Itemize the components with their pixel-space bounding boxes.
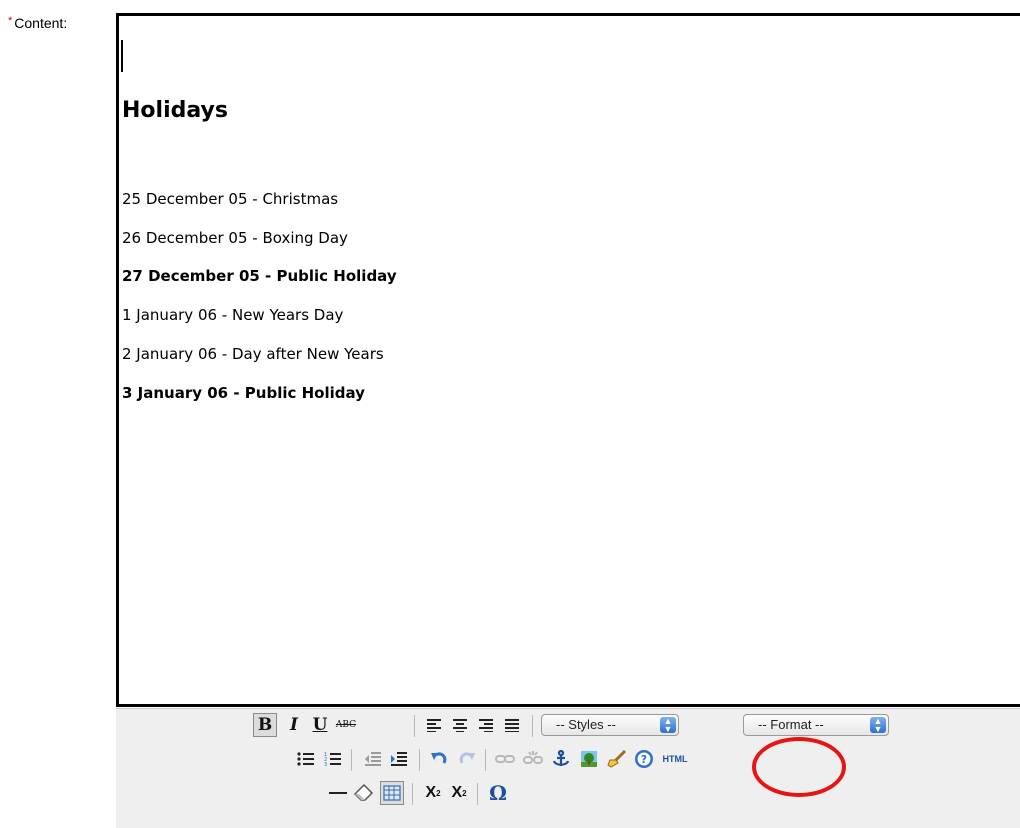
align-justify-icon <box>505 719 519 732</box>
html-source-icon: HTML <box>662 754 688 764</box>
table-button[interactable] <box>380 781 404 805</box>
editor-toolbar: B I U ABC -- Styles -- ▲ ▼ -- Format -- ▲… <box>116 708 1020 828</box>
link-icon <box>495 755 515 763</box>
toolbar-separator <box>351 749 352 771</box>
superscript-button[interactable]: X2 <box>447 781 471 805</box>
content-field-label: * Content: <box>8 15 67 31</box>
image-button[interactable] <box>577 747 601 771</box>
align-center-button[interactable] <box>448 713 472 737</box>
select-arrow-icon: ▲ ▼ <box>660 717 676 734</box>
toolbar-separator <box>532 715 533 737</box>
toolbar-separator <box>419 749 420 771</box>
toolbar-separator <box>412 783 413 805</box>
align-justify-button[interactable] <box>500 713 524 737</box>
html-source-button[interactable]: HTML <box>658 747 692 771</box>
align-left-button[interactable] <box>422 713 446 737</box>
toolbar-separator <box>485 749 486 771</box>
toolbar-separator <box>414 715 415 737</box>
anchor-icon <box>552 750 570 766</box>
superscript-icon: X <box>451 784 463 801</box>
toolbar-row-3: X2 X2 Ω <box>116 777 1020 811</box>
align-left-icon <box>427 719 441 732</box>
numbered-list-icon: 123 <box>324 752 341 767</box>
cleanup-icon <box>607 750 627 768</box>
outdent-icon <box>365 752 381 766</box>
styles-select[interactable]: -- Styles -- ▲ ▼ <box>541 714 679 736</box>
link-button[interactable] <box>493 747 517 771</box>
redo-button[interactable] <box>455 747 479 771</box>
help-button[interactable]: ? <box>632 747 656 771</box>
strikethrough-button[interactable]: ABC <box>334 713 358 737</box>
undo-icon <box>431 752 447 764</box>
text-caret <box>121 40 123 72</box>
cleanup-button[interactable] <box>605 747 629 771</box>
align-center-icon <box>453 719 467 732</box>
underline-icon: U <box>312 715 328 735</box>
holiday-line[interactable]: 1 January 06 - New Years Day <box>122 306 343 324</box>
format-select[interactable]: -- Format -- ▲ ▼ <box>743 714 889 736</box>
bold-button[interactable]: B <box>253 713 277 737</box>
numbered-list-button[interactable]: 123 <box>321 747 345 771</box>
toolbar-row-1: B I U ABC -- Styles -- ▲ ▼ -- Format -- ▲… <box>116 709 1020 743</box>
holiday-line[interactable]: 3 January 06 - Public Holiday <box>122 384 365 402</box>
undo-button[interactable] <box>427 747 451 771</box>
align-right-icon <box>479 719 493 732</box>
italic-button[interactable]: I <box>282 713 306 737</box>
special-character-icon: Ω <box>489 781 507 805</box>
styles-select-value: -- Styles -- <box>556 717 616 732</box>
rich-text-editor-area[interactable]: Holidays 25 December 05 - Christmas 26 D… <box>116 13 1020 707</box>
svg-text:3: 3 <box>324 762 327 767</box>
italic-icon: I <box>290 715 298 735</box>
indent-button[interactable] <box>387 747 411 771</box>
strikethrough-icon: ABC <box>335 720 357 730</box>
subscript-button[interactable]: X2 <box>421 781 445 805</box>
select-arrow-icon: ▲ ▼ <box>870 717 886 734</box>
align-right-button[interactable] <box>474 713 498 737</box>
special-character-button[interactable]: Ω <box>486 781 510 805</box>
horizontal-rule-icon <box>329 792 347 794</box>
holiday-line[interactable]: 26 December 05 - Boxing Day <box>122 229 348 247</box>
anchor-button[interactable] <box>549 747 573 771</box>
help-icon: ? <box>635 750 653 768</box>
unlink-icon <box>523 751 543 764</box>
editor-heading[interactable]: Holidays <box>122 98 228 123</box>
outdent-button[interactable] <box>361 747 385 771</box>
indent-icon <box>391 752 407 766</box>
unlink-button[interactable] <box>521 747 545 771</box>
horizontal-rule-button[interactable] <box>326 781 350 805</box>
table-icon <box>383 785 401 801</box>
remove-format-icon <box>354 784 374 801</box>
content-label-text: Content: <box>14 15 68 31</box>
remove-format-button[interactable] <box>352 781 376 805</box>
bold-icon: B <box>257 715 273 735</box>
svg-text:?: ? <box>641 753 647 766</box>
holiday-line[interactable]: 25 December 05 - Christmas <box>122 190 338 208</box>
format-select-value: -- Format -- <box>758 717 824 732</box>
image-icon <box>581 751 597 767</box>
toolbar-row-2: 123 ? HTML <box>116 743 1020 777</box>
required-marker: * <box>8 15 13 27</box>
toolbar-separator <box>477 783 478 805</box>
underline-button[interactable]: U <box>308 713 332 737</box>
subscript-icon: X <box>425 784 437 801</box>
redo-icon <box>459 752 475 764</box>
bullet-list-button[interactable] <box>294 747 318 771</box>
holiday-line[interactable]: 2 January 06 - Day after New Years <box>122 345 384 363</box>
bullet-list-icon <box>297 752 314 766</box>
holiday-line[interactable]: 27 December 05 - Public Holiday <box>122 267 397 285</box>
